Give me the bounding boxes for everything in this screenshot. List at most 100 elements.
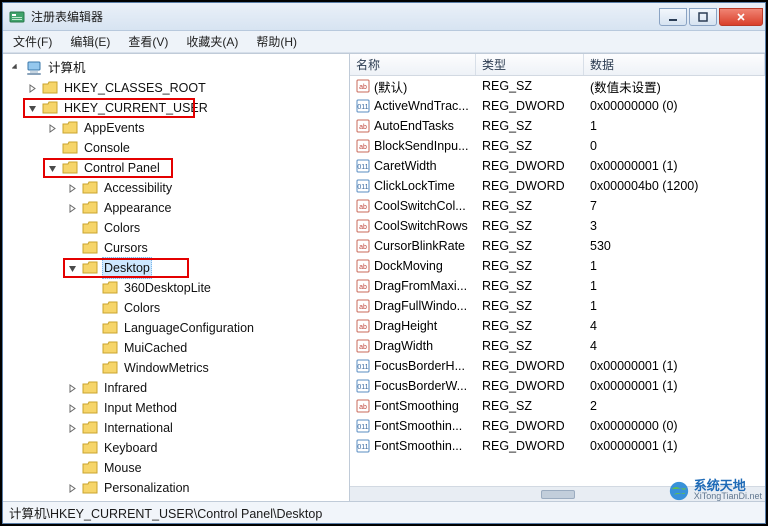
maximize-button[interactable] bbox=[689, 8, 717, 26]
svg-text:ab: ab bbox=[359, 204, 367, 211]
value-name: DragFromMaxi... bbox=[374, 279, 467, 293]
tree-node-appearance[interactable]: Appearance bbox=[3, 198, 349, 218]
tree-node-console[interactable]: Console bbox=[3, 138, 349, 158]
collapse-icon[interactable] bbox=[47, 163, 58, 174]
tree-label: 计算机 bbox=[46, 58, 88, 78]
value-row[interactable]: abCursorBlinkRateREG_SZ530 bbox=[350, 236, 765, 256]
value-row[interactable]: abDragHeightREG_SZ4 bbox=[350, 316, 765, 336]
value-data-cell: 0x000004b0 (1200) bbox=[584, 179, 765, 193]
expand-icon[interactable] bbox=[27, 83, 38, 94]
value-row[interactable]: abFontSmoothingREG_SZ2 bbox=[350, 396, 765, 416]
value-data-cell: (数值未设置) bbox=[584, 77, 765, 96]
expand-icon[interactable] bbox=[67, 203, 78, 214]
tree-node-personalization[interactable]: Personalization bbox=[3, 478, 349, 498]
folder-icon bbox=[82, 201, 98, 215]
value-name-cell: 011CaretWidth bbox=[350, 159, 476, 173]
spacer-icon bbox=[87, 283, 98, 294]
value-name-cell: abDragFromMaxi... bbox=[350, 279, 476, 293]
expand-icon[interactable] bbox=[67, 183, 78, 194]
tree-node-hkcu[interactable]: HKEY_CURRENT_USER bbox=[3, 98, 349, 118]
column-header-name[interactable]: 名称 bbox=[350, 54, 476, 75]
value-type-cell: REG_DWORD bbox=[476, 99, 584, 113]
value-row[interactable]: abDragWidthREG_SZ4 bbox=[350, 336, 765, 356]
list-header: 名称 类型 数据 bbox=[350, 54, 765, 76]
tree-node-inputmethod[interactable]: Input Method bbox=[3, 398, 349, 418]
value-row[interactable]: abDragFullWindo...REG_SZ1 bbox=[350, 296, 765, 316]
value-row[interactable]: 011ClickLockTimeREG_DWORD0x000004b0 (120… bbox=[350, 176, 765, 196]
values-list[interactable]: 名称 类型 数据 ab(默认)REG_SZ(数值未设置)011ActiveWnd… bbox=[350, 54, 765, 501]
svg-text:011: 011 bbox=[357, 104, 368, 111]
value-row[interactable]: 011CaretWidthREG_DWORD0x00000001 (1) bbox=[350, 156, 765, 176]
tree-node-colors[interactable]: Colors bbox=[3, 218, 349, 238]
menu-edit[interactable]: 编辑(E) bbox=[66, 32, 114, 51]
tree-node-appevents[interactable]: AppEvents bbox=[3, 118, 349, 138]
tree-node-langconfig[interactable]: LanguageConfiguration bbox=[3, 318, 349, 338]
expand-icon[interactable] bbox=[67, 403, 78, 414]
value-name-cell: abCursorBlinkRate bbox=[350, 239, 476, 253]
column-header-type[interactable]: 类型 bbox=[476, 54, 584, 75]
value-row[interactable]: 011FocusBorderW...REG_DWORD0x00000001 (1… bbox=[350, 376, 765, 396]
tree-node-hkcr[interactable]: HKEY_CLASSES_ROOT bbox=[3, 78, 349, 98]
expand-icon[interactable] bbox=[67, 423, 78, 434]
collapse-icon[interactable] bbox=[67, 263, 78, 274]
column-header-data[interactable]: 数据 bbox=[584, 54, 765, 75]
expand-icon[interactable] bbox=[47, 123, 58, 134]
svg-text:011: 011 bbox=[357, 164, 368, 171]
value-row[interactable]: abCoolSwitchCol...REG_SZ7 bbox=[350, 196, 765, 216]
tree-node-desktop-colors[interactable]: Colors bbox=[3, 298, 349, 318]
value-row[interactable]: 011FontSmoothin...REG_DWORD0x00000001 (1… bbox=[350, 436, 765, 456]
menu-file[interactable]: 文件(F) bbox=[9, 32, 56, 51]
tree-node-mouse[interactable]: Mouse bbox=[3, 458, 349, 478]
scrollbar-thumb[interactable] bbox=[541, 490, 575, 499]
tree-node-infrared[interactable]: Infrared bbox=[3, 378, 349, 398]
minimize-button[interactable] bbox=[659, 8, 687, 26]
svg-text:011: 011 bbox=[357, 364, 368, 371]
value-row[interactable]: 011FocusBorderH...REG_DWORD0x00000001 (1… bbox=[350, 356, 765, 376]
tree-node-desktop[interactable]: Desktop bbox=[3, 258, 349, 278]
tree-node-keyboard[interactable]: Keyboard bbox=[3, 438, 349, 458]
value-row[interactable]: abBlockSendInpu...REG_SZ0 bbox=[350, 136, 765, 156]
titlebar[interactable]: 注册表编辑器 bbox=[3, 3, 765, 31]
horizontal-scrollbar[interactable] bbox=[350, 486, 765, 501]
value-row[interactable]: abDragFromMaxi...REG_SZ1 bbox=[350, 276, 765, 296]
value-data-cell: 0x00000001 (1) bbox=[584, 159, 765, 173]
tree-label: Infrared bbox=[102, 378, 149, 398]
tree-node-360desktoplite[interactable]: 360DesktopLite bbox=[3, 278, 349, 298]
tree-node-muicached[interactable]: MuiCached bbox=[3, 338, 349, 358]
value-row[interactable]: abAutoEndTasksREG_SZ1 bbox=[350, 116, 765, 136]
value-row[interactable]: abDockMovingREG_SZ1 bbox=[350, 256, 765, 276]
value-name-cell: 011FocusBorderH... bbox=[350, 359, 476, 373]
tree-label: Keyboard bbox=[102, 438, 160, 458]
collapse-icon[interactable] bbox=[27, 103, 38, 114]
expand-icon[interactable] bbox=[67, 383, 78, 394]
tree-node-accessibility[interactable]: Accessibility bbox=[3, 178, 349, 198]
tree-label: HKEY_CURRENT_USER bbox=[62, 98, 210, 118]
value-name-cell: abBlockSendInpu... bbox=[350, 139, 476, 153]
window-title: 注册表编辑器 bbox=[31, 8, 657, 25]
value-row[interactable]: 011FontSmoothin...REG_DWORD0x00000000 (0… bbox=[350, 416, 765, 436]
value-name-cell: ab(默认) bbox=[350, 77, 476, 96]
tree-node-windowmetrics[interactable]: WindowMetrics bbox=[3, 358, 349, 378]
tree-node-controlpanel[interactable]: Control Panel bbox=[3, 158, 349, 178]
close-button[interactable] bbox=[719, 8, 763, 26]
value-row[interactable]: abCoolSwitchRowsREG_SZ3 bbox=[350, 216, 765, 236]
expand-icon[interactable] bbox=[67, 483, 78, 494]
value-name: FontSmoothin... bbox=[374, 439, 462, 453]
folder-icon bbox=[102, 341, 118, 355]
tree-node-computer[interactable]: 计算机 bbox=[3, 58, 349, 78]
tree-label: WindowMetrics bbox=[122, 358, 211, 378]
tree-label: Personalization bbox=[102, 478, 191, 498]
tree-label: Appearance bbox=[102, 198, 173, 218]
tree-label: Accessibility bbox=[102, 178, 174, 198]
tree-pane[interactable]: 计算机 HKEY_CLASSES_ROOT HKEY_CURRENT_USER … bbox=[3, 54, 350, 501]
menu-help[interactable]: 帮助(H) bbox=[252, 32, 301, 51]
menu-view[interactable]: 查看(V) bbox=[124, 32, 172, 51]
menu-favorites[interactable]: 收藏夹(A) bbox=[182, 32, 242, 51]
tree-node-cursors[interactable]: Cursors bbox=[3, 238, 349, 258]
tree-node-international[interactable]: International bbox=[3, 418, 349, 438]
value-name: FontSmoothin... bbox=[374, 419, 462, 433]
expand-collapse-icon[interactable] bbox=[11, 63, 22, 74]
value-row[interactable]: 011ActiveWndTrac...REG_DWORD0x00000000 (… bbox=[350, 96, 765, 116]
value-row[interactable]: ab(默认)REG_SZ(数值未设置) bbox=[350, 76, 765, 96]
value-type-cell: REG_SZ bbox=[476, 299, 584, 313]
